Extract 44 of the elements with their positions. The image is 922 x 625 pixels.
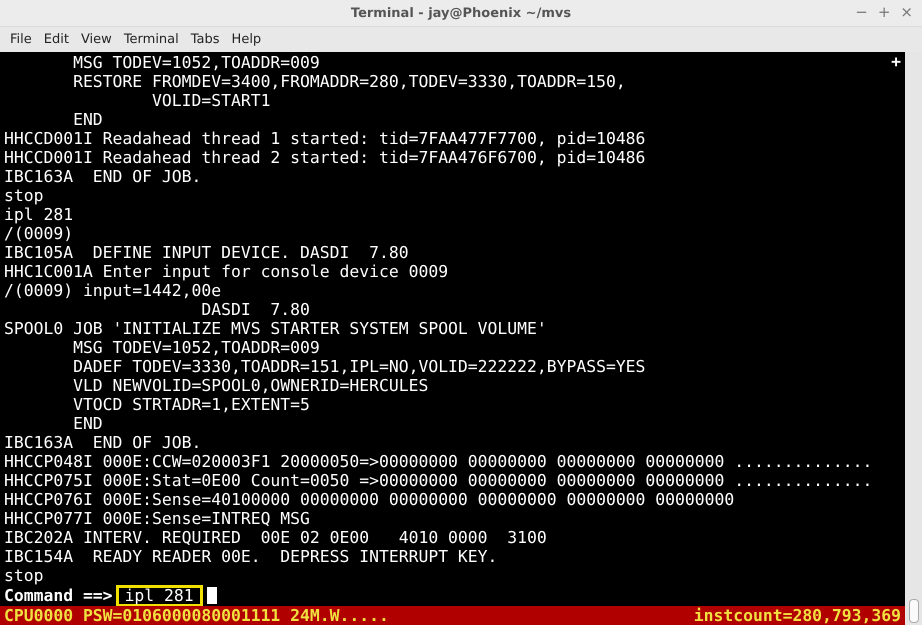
terminal-line: HHC1C001A Enter input for console device 0009 [4,262,448,281]
terminal-line: /(0009) [4,224,74,243]
terminal-line: HHCCD001I Readahead thread 1 started: tid=7FAA477F7700, pid=10486 [4,129,646,148]
terminal-line: MSG TODEV=1052,TOADDR=009 [72,53,320,72]
menu-item[interactable]: Help [226,32,268,46]
terminal-line: IBC105A DEFINE INPUT DEVICE. DASDI 7.80 [4,243,409,262]
menu-item[interactable]: Edit [38,32,75,46]
status-right-text: instcount=280,793,369 [694,606,901,625]
menu-item[interactable]: Tabs [184,32,226,46]
terminal-line: VLD NEWVOLID=SPOOL0,OWNERID=HERCULES [72,376,428,395]
corner-mark: + [891,52,901,71]
window-control-button[interactable]: × [897,3,916,21]
menu-item[interactable]: File [4,32,38,46]
terminal-line: HHCCD001I Readahead thread 2 started: tid=7FAA476F6700, pid=10486 [4,148,646,167]
terminal-line: IBC163A END OF JOB. [4,167,202,186]
terminal-line: HHCCP077I 000E:Sense=INTREQ MSG [4,509,310,528]
terminal-line: SPOOL0 JOB 'INITIALIZE MVS STARTER SYSTEM SPOOL VOLUME' [4,319,547,338]
terminal-line: IBC202A INTERV. REQUIRED 00E 02 0E00 4010 0000 3100 [4,528,547,547]
scrollbar-thumb[interactable] [909,599,919,623]
menu-item[interactable]: View [74,32,118,46]
terminal-line: stop [4,186,44,205]
terminal-line: HHCCP048I 000E:CCW=020003F1 20000050=>00000000 00000000 00000000 00000000 .............. [4,452,872,471]
window-title: Terminal - jay@Phoenix ~/mvs [350,6,572,20]
command-prompt: Command ==> [4,586,113,605]
terminal-line: RESTORE FROMDEV=3400,FROMADDR=280,TODEV=3330,TOADDR=150, [72,72,626,91]
terminal-line: DADEF TODEV=3330,TOADDR=151,IPL=NO,VOLID=222222,BYPASS=YES [72,357,646,376]
window-control-button[interactable]: − [852,3,871,21]
window-control-button[interactable]: + [874,3,894,21]
terminal-line: /(0009) input=1442,00e [4,281,222,300]
menu-item[interactable]: Terminal [118,32,185,46]
terminal-line: DASDI 7.80 [200,300,310,319]
text-cursor [206,587,217,604]
terminal-line: ipl 281 [4,205,74,224]
terminal-line: MSG TODEV=1052,TOADDR=009 [72,338,320,357]
terminal-line: VTOCD STRTADR=1,EXTENT=5 [72,395,310,414]
terminal-line: HHCCP076I 000E:Sense=40100000 00000000 00000000 00000000 00000000 00000000 [4,490,734,509]
terminal-line: IBC163A END OF JOB. [4,433,202,452]
terminal-line: stop [4,566,44,585]
terminal-line: IBC154A READY READER 00E. DEPRESS INTERRUPT KEY. [4,547,498,566]
terminal-line: END [72,414,103,433]
terminal-line: HHCCP075I 000E:Stat=0E00 Count=0050 =>00000000 00000000 00000000 00000000 .............. [4,471,872,490]
terminal-line: VOLID=START1 [151,91,270,110]
status-left-text: CPU0000 PSW=0106000080001111 24M.W..... [4,606,389,625]
terminal-line: END [72,110,103,129]
